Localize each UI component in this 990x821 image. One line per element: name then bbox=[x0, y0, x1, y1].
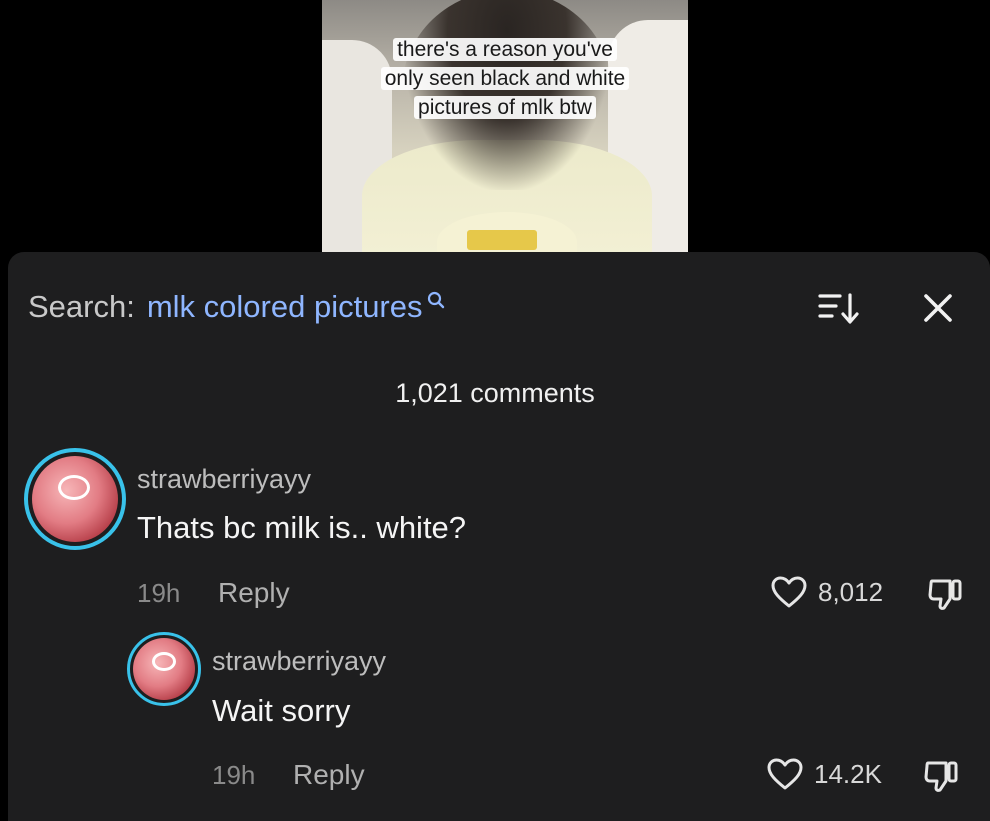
comment-time: 19h bbox=[137, 578, 181, 608]
comment-username[interactable]: strawberriyayy bbox=[212, 646, 386, 677]
dislike-icon[interactable] bbox=[922, 757, 962, 800]
like-button[interactable]: 8,012 bbox=[770, 575, 883, 609]
close-icon[interactable] bbox=[918, 288, 958, 333]
search-icon bbox=[427, 277, 445, 321]
caption-line: only seen black and white bbox=[380, 67, 630, 90]
like-button[interactable]: 14.2K bbox=[766, 757, 882, 791]
reply-button[interactable]: Reply bbox=[218, 577, 290, 609]
heart-icon bbox=[767, 758, 803, 790]
comments-count: 1,021 comments bbox=[395, 378, 595, 408]
video-area[interactable]: there's a reason you've only seen black … bbox=[0, 0, 990, 262]
caption-line: pictures of mlk btw bbox=[414, 96, 596, 119]
like-count: 14.2K bbox=[814, 758, 882, 789]
comment-time: 19h bbox=[212, 760, 256, 790]
video-caption: there's a reason you've only seen black … bbox=[322, 35, 688, 122]
search-suggestion[interactable]: Search: mlk colored pictures bbox=[28, 285, 445, 329]
avatar-image bbox=[133, 638, 195, 700]
search-label: Search: bbox=[28, 289, 135, 324]
thumbnail-cup-label bbox=[467, 230, 537, 250]
search-query-link[interactable]: mlk colored pictures bbox=[147, 285, 423, 329]
video-thumbnail[interactable]: there's a reason you've only seen black … bbox=[322, 0, 688, 252]
comment-username[interactable]: strawberriyayy bbox=[137, 464, 311, 495]
avatar-image bbox=[32, 456, 118, 542]
dislike-icon[interactable] bbox=[926, 575, 966, 618]
sort-icon[interactable] bbox=[818, 292, 862, 331]
reply-button[interactable]: Reply bbox=[293, 759, 365, 791]
comment-text: Wait sorry bbox=[212, 693, 351, 728]
heart-icon bbox=[771, 576, 807, 608]
caption-line: there's a reason you've bbox=[393, 38, 617, 61]
avatar[interactable] bbox=[24, 448, 126, 550]
like-count: 8,012 bbox=[818, 576, 884, 607]
comment-text: Thats bc milk is.. white? bbox=[137, 510, 467, 545]
avatar[interactable] bbox=[127, 632, 201, 706]
